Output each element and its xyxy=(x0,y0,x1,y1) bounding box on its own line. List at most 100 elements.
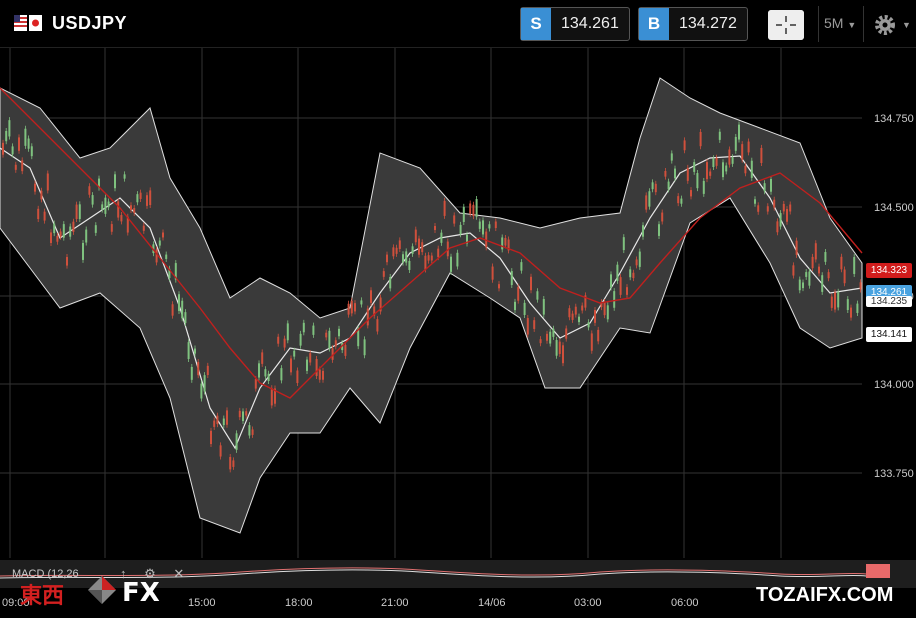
candle-body xyxy=(603,301,606,316)
watermark-site: TOZAIFX.COM xyxy=(756,584,894,606)
candle-body xyxy=(110,224,113,232)
price-label: 133.750 xyxy=(874,468,914,480)
candle-body xyxy=(72,221,75,232)
close-icon[interactable]: ✕ xyxy=(173,566,184,581)
candle-body xyxy=(626,287,628,295)
candle-body xyxy=(123,174,126,179)
candle-body xyxy=(622,237,625,251)
candle-body xyxy=(264,369,267,377)
candle-body xyxy=(187,342,190,359)
candle-body xyxy=(418,238,420,255)
candle-body xyxy=(693,162,696,172)
candle-body xyxy=(312,325,315,335)
candle-body xyxy=(504,237,507,246)
candle-body xyxy=(440,232,443,243)
candle-body xyxy=(155,249,158,263)
candle-body xyxy=(18,137,20,151)
candle-body xyxy=(88,186,91,195)
gear-icon[interactable] xyxy=(872,12,898,38)
symbol-title[interactable]: USDJPY xyxy=(52,13,127,34)
candle-body xyxy=(782,203,785,212)
time-label: 14/06 xyxy=(478,597,506,609)
candle-body xyxy=(494,221,497,229)
candle-body xyxy=(226,410,228,425)
candle-body xyxy=(162,232,164,238)
buy-button[interactable]: B 134.272 xyxy=(638,7,748,41)
candle-body xyxy=(597,329,600,342)
candle-body xyxy=(146,195,148,206)
candle-body xyxy=(245,411,248,416)
candle-body xyxy=(283,338,286,348)
sell-price: 134.261 xyxy=(561,15,619,32)
candle-body xyxy=(642,225,644,237)
candle-body xyxy=(750,160,753,178)
candle-body xyxy=(565,328,568,339)
candle-body xyxy=(280,368,283,381)
candle-body xyxy=(680,198,683,204)
candle-body xyxy=(242,411,244,422)
candle-body xyxy=(482,220,484,235)
sell-button[interactable]: S 134.261 xyxy=(520,7,630,41)
candle-body xyxy=(254,379,257,389)
candle-body xyxy=(562,345,564,364)
sell-tag: S xyxy=(521,8,551,40)
candle-body xyxy=(325,332,328,338)
price-label: 134.750 xyxy=(874,113,914,125)
candle-body xyxy=(261,352,264,364)
candle-body xyxy=(549,331,552,344)
candle-body xyxy=(437,248,440,258)
timeframe-label: 5M xyxy=(824,15,844,31)
candle-body xyxy=(578,316,580,323)
chevron-down-icon: ▼ xyxy=(847,20,857,30)
candle-body xyxy=(760,147,763,164)
timeframe-select[interactable]: 5M ▼ xyxy=(824,15,856,31)
candle-body xyxy=(718,131,721,140)
candle-body xyxy=(117,201,120,218)
candle-body xyxy=(606,305,609,320)
candle-body xyxy=(648,191,651,207)
candle-body xyxy=(427,255,430,261)
candle-body xyxy=(475,199,478,217)
candle-body xyxy=(165,254,168,259)
candle-body xyxy=(306,359,308,371)
candle-body xyxy=(200,383,203,399)
candle-body xyxy=(315,359,318,376)
time-label: 15:00 xyxy=(188,597,216,609)
time-label: 06:00 xyxy=(671,597,699,609)
candle-body xyxy=(709,171,712,176)
candle-body xyxy=(587,322,590,328)
candle-body xyxy=(309,353,312,363)
time-label: 18:00 xyxy=(285,597,313,609)
candle-body xyxy=(827,272,830,279)
candle-body xyxy=(232,460,235,467)
candle-body xyxy=(770,179,772,192)
candle-body xyxy=(546,333,548,341)
candle-body xyxy=(2,142,4,155)
candle-body xyxy=(443,200,446,216)
candle-body xyxy=(779,213,782,227)
candle-body xyxy=(667,181,670,190)
candle-body xyxy=(334,340,337,347)
candle-body xyxy=(837,291,840,308)
candle-body xyxy=(658,224,660,236)
candle-body xyxy=(366,308,369,326)
candle-body xyxy=(741,144,744,160)
candle-body xyxy=(674,168,676,179)
candle-body xyxy=(216,415,219,425)
crosshair-icon[interactable] xyxy=(768,10,804,40)
candle-body xyxy=(645,195,648,210)
candle-body xyxy=(430,255,433,261)
candle-body xyxy=(235,433,238,450)
candle-body xyxy=(501,237,504,250)
candle-body xyxy=(85,229,88,243)
price-chart[interactable]: 134.750134.500134.250134.000133.750 xyxy=(0,48,916,560)
candle-body xyxy=(222,418,225,426)
candle-body xyxy=(773,199,776,208)
candle-body xyxy=(43,211,46,221)
candle-body xyxy=(552,328,555,337)
candle-body xyxy=(5,131,8,142)
candle-body xyxy=(859,282,862,290)
candle-body xyxy=(347,303,350,315)
candle-body xyxy=(114,174,116,189)
candle-body xyxy=(491,266,494,280)
